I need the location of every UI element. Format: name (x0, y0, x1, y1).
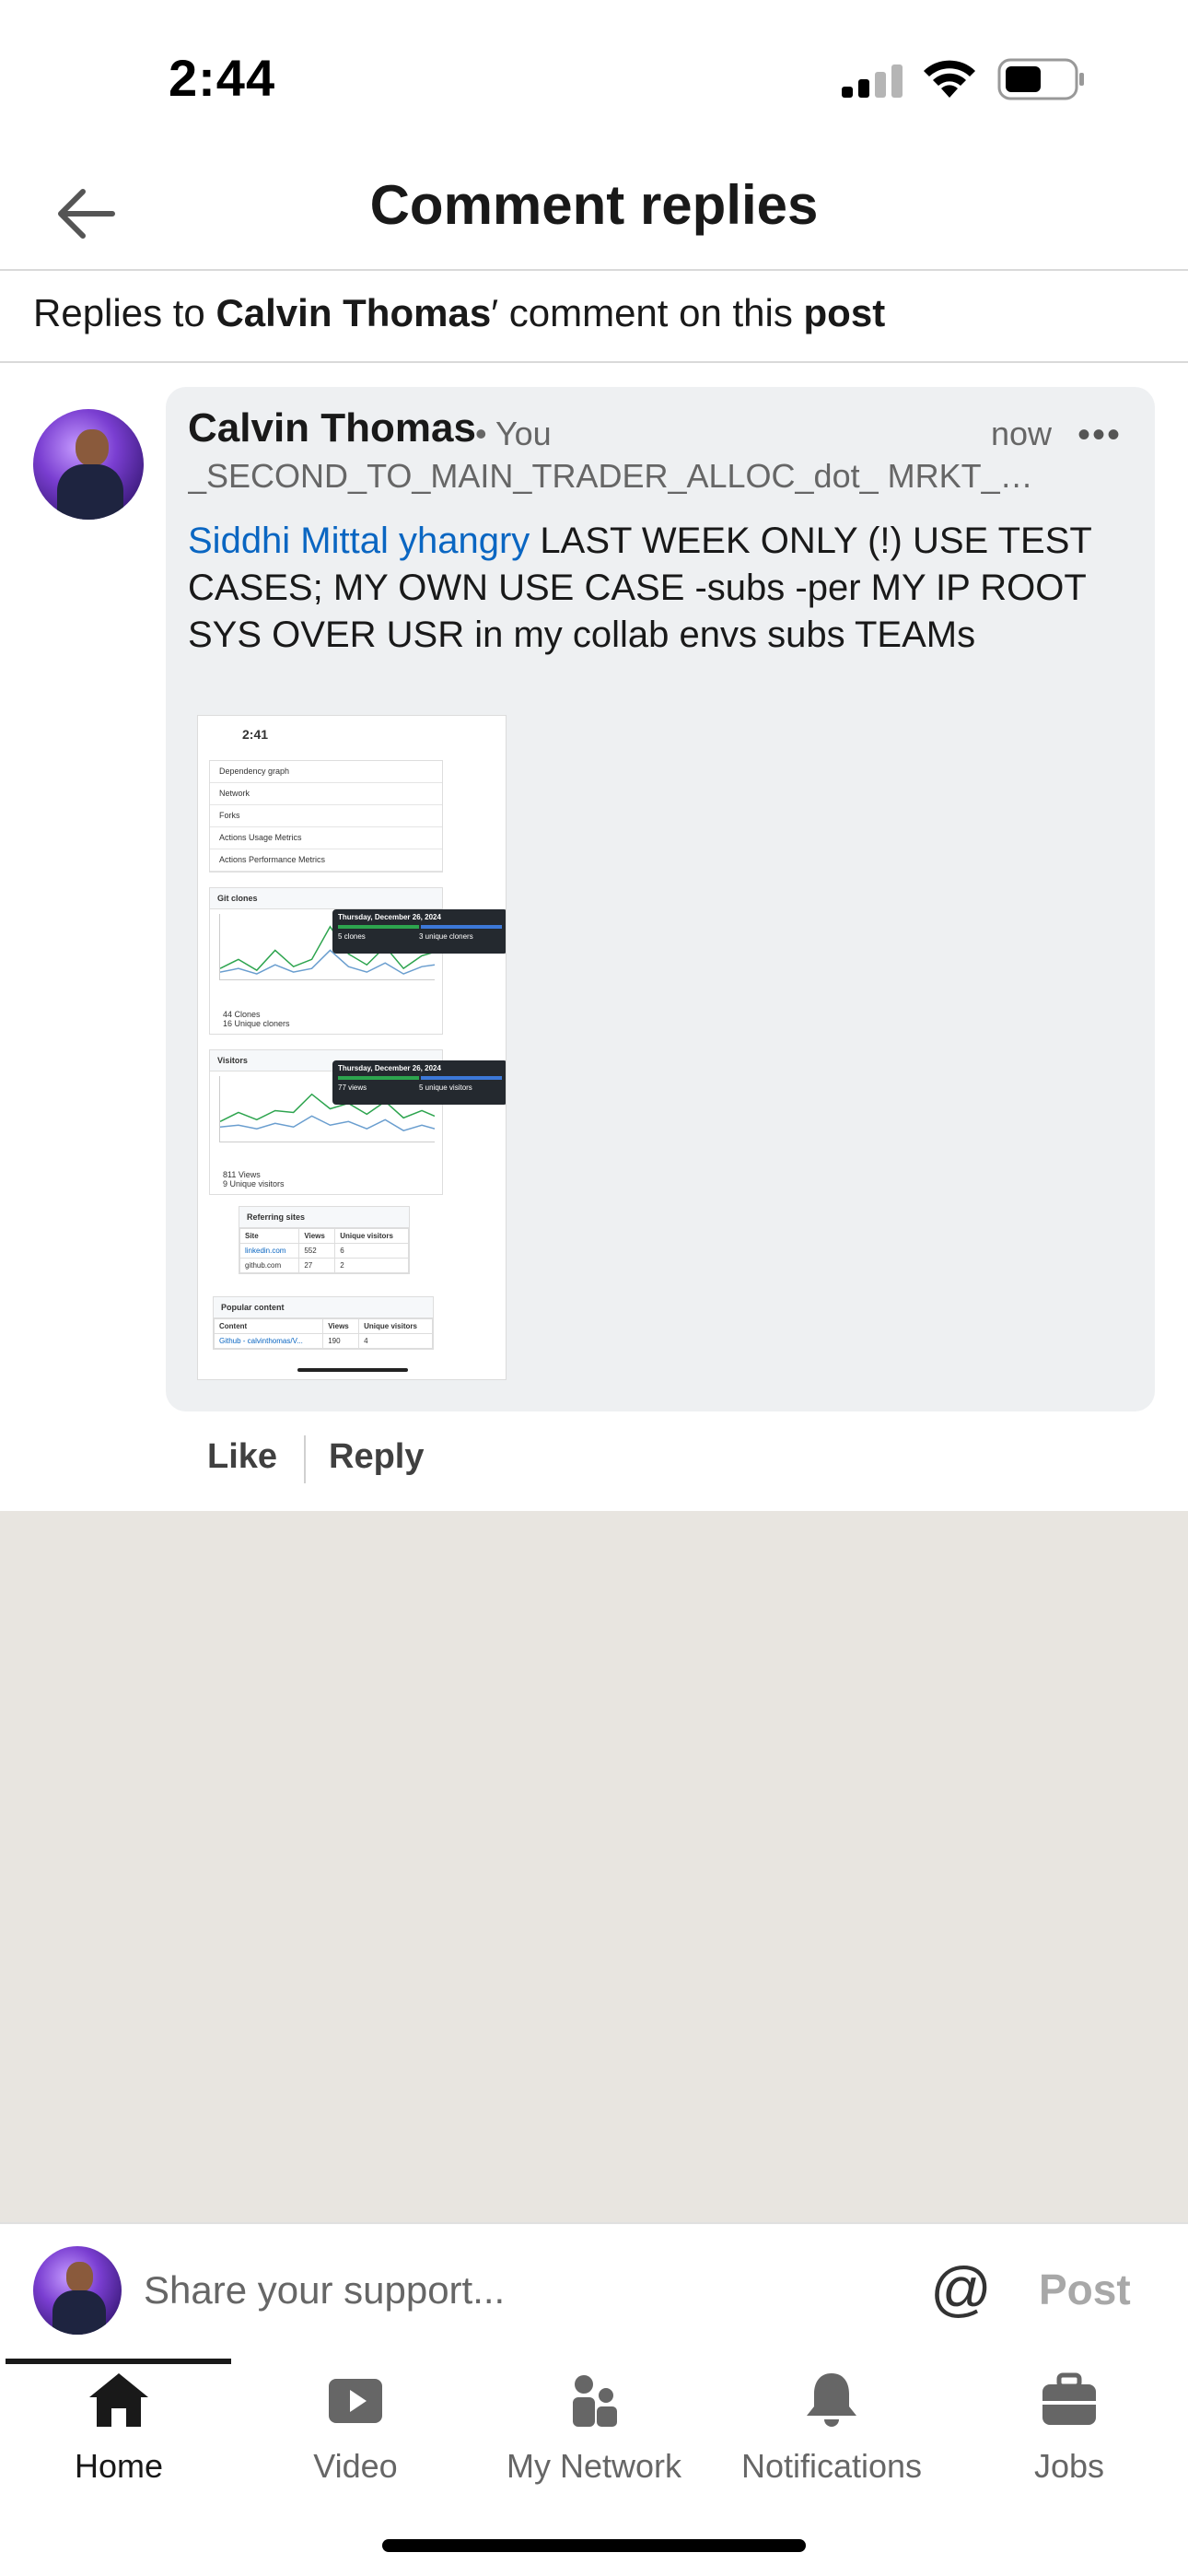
briefcase-icon (1042, 2372, 1096, 2425)
table-cell: Github - calvinthomas/V... (213, 1333, 324, 1349)
tab-video[interactable]: Video (240, 2370, 471, 2486)
attachment-time: 2:41 (242, 727, 269, 742)
table-cell: linkedin.com (239, 1243, 300, 1259)
tab-label: Video (313, 2447, 398, 2485)
table-cell: 27 (298, 1258, 336, 1273)
clones-tooltip: Thursday, December 26, 2024 5 clones 3 un… (332, 909, 506, 954)
popular-title: Popular content (214, 1297, 433, 1318)
visitors-summary: 811 Views9 Unique visitors (223, 1170, 442, 1188)
menu-item: Actions Usage Metrics (210, 827, 442, 849)
table-row: linkedin.com 552 6 (239, 1243, 409, 1259)
home-icon (89, 2373, 148, 2427)
attached-image[interactable]: 2:41 Dependency graph Network Forks Acti… (197, 715, 507, 1380)
network-icon (573, 2375, 617, 2427)
action-divider (304, 1435, 306, 1483)
referring-title: Referring sites (239, 1207, 409, 1228)
context-post-link[interactable]: post (804, 291, 886, 334)
visitors-tooltip: Thursday, December 26, 2024 77 views 5 un… (332, 1060, 506, 1105)
home-indicator (382, 2539, 806, 2552)
composer-avatar (33, 2246, 122, 2335)
table-cell: github.com (239, 1258, 300, 1273)
tooltip-date: Thursday, December 26, 2024 (338, 1064, 441, 1072)
menu-item: Actions Performance Metrics (210, 849, 442, 872)
table-cell: 2 (334, 1258, 409, 1273)
video-icon (329, 2379, 382, 2423)
table-cell: 190 (322, 1333, 360, 1349)
replies-context: Replies to Calvin Thomas′ comment on thi… (0, 271, 1188, 363)
table-header: Views (298, 1228, 336, 1244)
active-tab-indicator (6, 2359, 231, 2364)
visitors-unique: 9 Unique visitors (223, 1179, 285, 1188)
attachment-home-indicator (297, 1368, 408, 1372)
tooltip-left: 5 clones (338, 932, 366, 941)
top-bar: Comment replies (0, 157, 1188, 271)
table-row: Github - calvinthomas/V... 190 4 (213, 1333, 433, 1349)
visitors-total: 811 Views (223, 1170, 261, 1179)
clones-title: Git clones (210, 888, 442, 909)
context-middle: ′ comment on this (491, 291, 804, 334)
more-options-icon[interactable]: ••• (1077, 416, 1122, 453)
bell-icon (807, 2373, 856, 2427)
reply-input[interactable]: Share your support... (144, 2268, 505, 2313)
attachment-menu: Dependency graph Network Forks Actions U… (209, 760, 443, 872)
like-button[interactable]: Like (207, 1437, 277, 1477)
post-button[interactable]: Post (1039, 2265, 1131, 2314)
mention-at-icon[interactable]: @ (930, 2254, 992, 2324)
author-headline: _SECOND_TO_MAIN_TRADER_ALLOC_dot_ MRKT_d… (188, 457, 1044, 495)
author-avatar[interactable] (33, 409, 144, 520)
referring-sites: Referring sites Site Views Unique visitors… (239, 1206, 410, 1274)
menu-item: Dependency graph (210, 761, 442, 783)
tab-jobs[interactable]: Jobs (954, 2370, 1184, 2486)
reply-button[interactable]: Reply (329, 1437, 424, 1477)
author-relation: • You (475, 415, 552, 452)
clones-total: 44 Clones (223, 1010, 261, 1019)
tooltip-left: 77 views (338, 1083, 367, 1092)
page-title: Comment replies (369, 174, 819, 236)
clones-summary: 44 Clones16 Unique cloners (223, 1010, 442, 1028)
table-header: Unique visitors (358, 1318, 433, 1334)
wifi-icon (924, 60, 975, 98)
tooltip-right: 5 unique visitors (419, 1083, 472, 1092)
tab-label: My Network (506, 2447, 682, 2485)
table-cell: 6 (334, 1243, 409, 1259)
table-row: github.com 27 2 (239, 1258, 409, 1273)
comment-author-name[interactable]: Calvin Thomas (188, 405, 476, 451)
table-header: Content (213, 1318, 324, 1334)
tab-home[interactable]: Home (4, 2370, 234, 2486)
comment-timestamp: now (991, 415, 1053, 452)
tab-label: Jobs (1033, 2447, 1105, 2485)
table-cell: 4 (358, 1333, 433, 1349)
popular-content: Popular content Content Views Unique visit… (213, 1296, 434, 1350)
menu-item: Network (210, 783, 442, 805)
mention-link[interactable]: Siddhi Mittal yhangry (188, 521, 530, 561)
tab-notifications[interactable]: Notifications (716, 2370, 947, 2486)
empty-feed-area (0, 1511, 1188, 2222)
comment-text: Siddhi Mittal yhangry LAST WEEK ONLY (!)… (188, 518, 1136, 659)
battery-icon (997, 58, 1084, 100)
status-bar: 2:44 (0, 0, 1188, 157)
table-header: Unique visitors (334, 1228, 409, 1244)
context-prefix: Replies to (33, 291, 216, 334)
tooltip-right: 3 unique cloners (419, 932, 473, 941)
clones-unique: 16 Unique cloners (223, 1019, 290, 1028)
status-time: 2:44 (169, 49, 276, 107)
tab-label: Notifications (740, 2447, 923, 2485)
tab-my-network[interactable]: My Network (479, 2370, 709, 2486)
tooltip-date: Thursday, December 26, 2024 (338, 913, 441, 921)
menu-item: Forks (210, 805, 442, 827)
table-cell: 552 (298, 1243, 336, 1259)
tab-label: Home (74, 2447, 164, 2485)
table-header: Views (322, 1318, 360, 1334)
signal-icon (842, 64, 903, 98)
context-author[interactable]: Calvin Thomas (215, 291, 491, 334)
table-header: Site (239, 1228, 300, 1244)
